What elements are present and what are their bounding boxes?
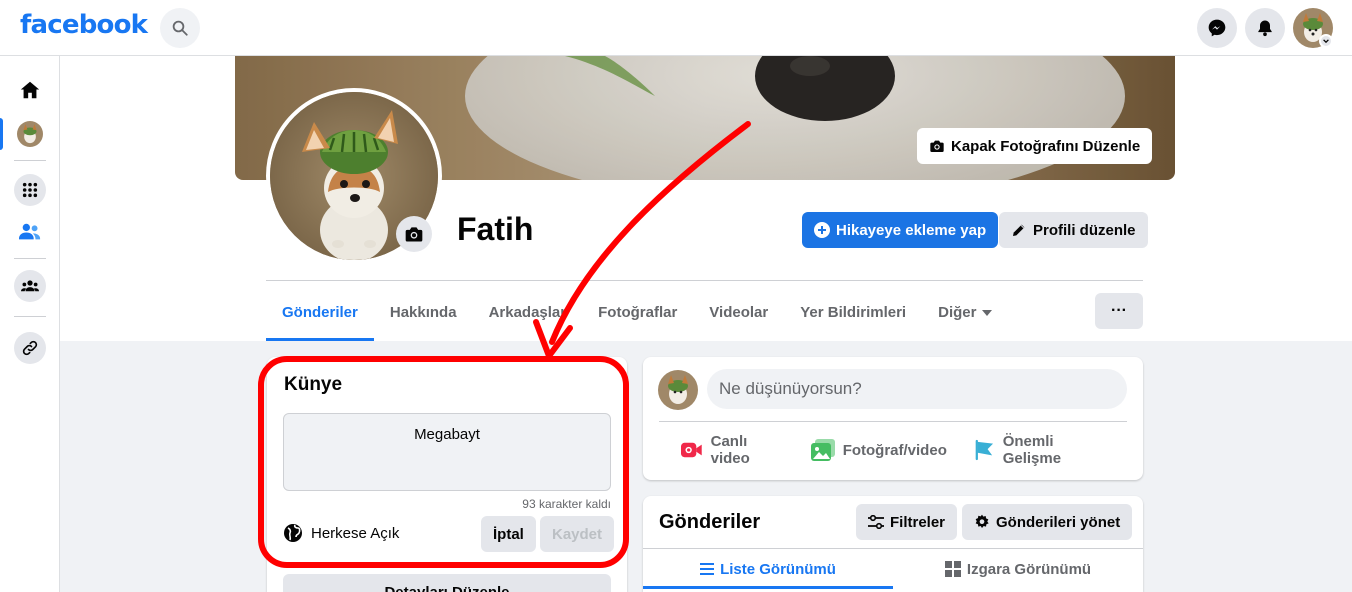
rail-divider xyxy=(14,258,46,259)
photo-video-label: Fotoğraf/video xyxy=(842,441,947,459)
active-indicator xyxy=(0,118,3,150)
list-icon xyxy=(700,563,715,575)
tab-about[interactable]: Hakkında xyxy=(374,284,473,341)
live-video-label: Canlı video xyxy=(710,433,750,467)
audience-selector[interactable]: Herkese Açık xyxy=(283,523,399,543)
rail-divider xyxy=(14,316,46,317)
grid-view-label: Izgara Görünümü xyxy=(966,560,1092,578)
profile-link[interactable] xyxy=(14,118,46,150)
profile-name: Fatih xyxy=(457,211,534,247)
filter-sliders-icon xyxy=(868,515,884,529)
intro-card: Künye Megabayt 93 karakter kaldı Herkese… xyxy=(267,357,627,592)
avatar[interactable] xyxy=(658,370,698,410)
apps-grid-icon xyxy=(22,182,38,198)
globe-icon xyxy=(284,524,302,542)
header-divider xyxy=(266,280,1143,281)
photo-video-button[interactable]: Fotoğraf/video xyxy=(797,429,961,471)
account-menu-button[interactable] xyxy=(1319,34,1333,48)
manage-posts-button[interactable]: Gönderileri yönet xyxy=(962,504,1133,540)
composer-actions: Canlı video Fotoğraf/video Önemli Gelişm… xyxy=(659,429,1127,471)
edit-details-button[interactable]: Detayları Düzenle xyxy=(283,574,611,592)
messenger-button[interactable] xyxy=(1197,8,1237,48)
grid-view-tab[interactable]: Izgara Görünümü xyxy=(893,549,1143,589)
caret-down-icon xyxy=(982,309,993,316)
plus-circle-icon xyxy=(814,222,830,238)
cancel-button[interactable]: İptal xyxy=(481,516,536,552)
grid-icon xyxy=(944,561,961,577)
life-event-label: Önemli Gelişme xyxy=(1002,433,1062,467)
characters-remaining: 93 karakter kaldı xyxy=(522,497,611,511)
home-icon xyxy=(20,81,40,99)
menu-link[interactable] xyxy=(14,174,46,206)
edit-cover-button[interactable]: Kapak Fotoğrafını Düzenle xyxy=(917,128,1153,164)
edit-cover-label: Kapak Fotoğrafını Düzenle xyxy=(951,137,1141,155)
more-options-button[interactable]: ··· xyxy=(1095,293,1143,329)
tab-more[interactable]: Diğer xyxy=(922,284,1008,341)
posts-title: Gönderiler xyxy=(659,511,761,533)
notifications-button[interactable] xyxy=(1245,8,1285,48)
groups-link[interactable] xyxy=(14,270,46,302)
add-to-story-button[interactable]: Hikayeye ekleme yap xyxy=(802,212,999,248)
pencil-icon xyxy=(1013,224,1025,236)
add-to-story-label: Hikayeye ekleme yap xyxy=(836,221,987,239)
list-view-label: Liste Görünümü xyxy=(720,560,836,578)
groups-icon xyxy=(21,280,39,292)
tab-check-ins[interactable]: Yer Bildirimleri xyxy=(784,284,922,341)
friends-icon xyxy=(19,223,41,240)
facebook-logo[interactable]: facebook xyxy=(20,10,148,40)
flag-icon xyxy=(975,439,993,461)
chevron-down-icon xyxy=(1323,39,1329,44)
intro-title: Künye xyxy=(284,374,343,395)
manage-posts-label: Gönderileri yönet xyxy=(996,513,1121,531)
search-button[interactable] xyxy=(160,8,200,48)
profile-header: Kapak Fotoğrafını Düzenle Fatih Hikayeye… xyxy=(60,56,1352,341)
filters-button[interactable]: Filtreler xyxy=(856,504,958,540)
edit-profile-label: Profili düzenle xyxy=(1033,221,1136,239)
profile-tabs: Gönderiler Hakkında Arkadaşlar Fotoğrafl… xyxy=(266,284,1008,341)
photo-icon xyxy=(810,439,835,461)
camera-icon xyxy=(405,227,423,242)
whats-on-your-mind-input[interactable]: Ne düşünüyorsun? xyxy=(707,369,1127,409)
camera-icon xyxy=(930,140,944,152)
edit-profile-button[interactable]: Profili düzenle xyxy=(999,212,1148,248)
rail-divider xyxy=(14,160,46,161)
live-video-icon xyxy=(681,442,702,458)
tab-photos[interactable]: Fotoğraflar xyxy=(582,284,693,341)
gear-icon xyxy=(975,514,989,528)
life-event-button[interactable]: Önemli Gelişme xyxy=(961,429,1119,471)
home-link[interactable] xyxy=(14,74,46,106)
audience-label: Herkese Açık xyxy=(311,524,400,542)
update-profile-picture-button[interactable] xyxy=(396,216,432,252)
tab-friends[interactable]: Arkadaşlar xyxy=(473,284,583,341)
tab-videos[interactable]: Videolar xyxy=(693,284,784,341)
tab-posts[interactable]: Gönderiler xyxy=(266,284,374,341)
search-icon xyxy=(172,20,188,36)
link-icon xyxy=(22,340,38,356)
messenger-icon xyxy=(1208,19,1226,37)
friends-link[interactable] xyxy=(14,216,46,248)
posts-card: Gönderiler Filtreler Gönderileri yönet L… xyxy=(643,496,1143,592)
live-video-button[interactable]: Canlı video xyxy=(667,429,797,471)
list-view-tab[interactable]: Liste Görünümü xyxy=(643,549,893,589)
top-navigation-bar: facebook xyxy=(0,0,1352,56)
profile-avatar xyxy=(17,121,43,147)
bio-textarea[interactable]: Megabayt xyxy=(283,413,611,491)
post-composer: Ne düşünüyorsun? Canlı video Fotoğraf/vi… xyxy=(643,357,1143,480)
bell-icon xyxy=(1258,20,1272,37)
links-link[interactable] xyxy=(14,332,46,364)
composer-divider xyxy=(659,421,1127,422)
save-button[interactable]: Kaydet xyxy=(540,516,615,552)
filters-label: Filtreler xyxy=(890,513,946,531)
tab-more-label: Diğer xyxy=(938,304,977,321)
left-navigation-rail xyxy=(0,56,60,592)
